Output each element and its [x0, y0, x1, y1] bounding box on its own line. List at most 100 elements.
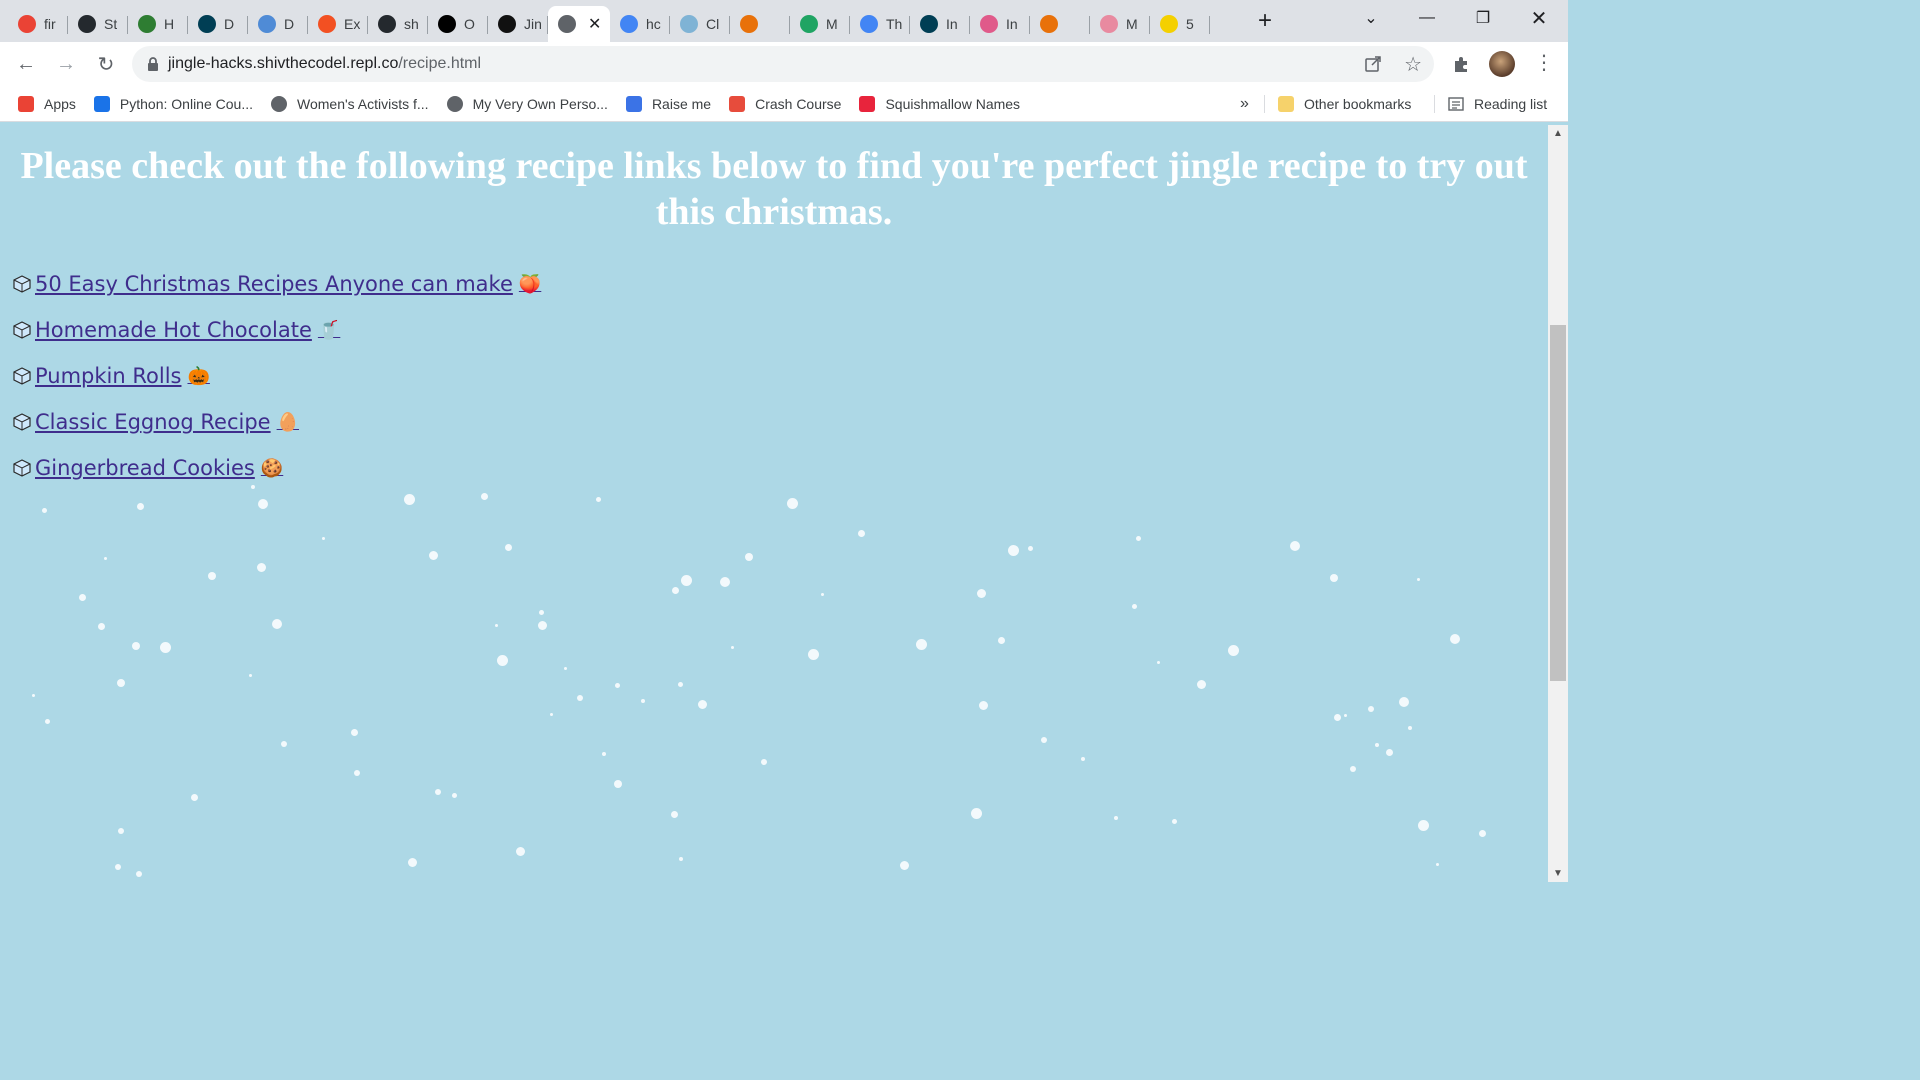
- bookmarks-overflow-button[interactable]: »: [1240, 95, 1249, 113]
- snowflake: [1386, 749, 1393, 756]
- scroll-down-arrow[interactable]: ▼: [1548, 865, 1568, 882]
- browser-tab[interactable]: 5: [1150, 7, 1210, 41]
- snowflake: [104, 557, 107, 560]
- snowflake: [351, 729, 358, 736]
- snowflake: [1290, 541, 1300, 551]
- browser-tab[interactable]: fir: [8, 7, 68, 41]
- browser-tab[interactable]: M: [1090, 7, 1150, 41]
- bird-icon: [1100, 15, 1118, 33]
- recipe-link-text: Gingerbread Cookies: [35, 456, 255, 480]
- browser-tab[interactable]: In: [910, 7, 970, 41]
- snowflake: [671, 811, 678, 818]
- page-viewport: Please check out the following recipe li…: [0, 125, 1548, 882]
- bookmark-item[interactable]: Squishmallow Names: [859, 96, 1020, 112]
- recipe-link-text: 50 Easy Christmas Recipes Anyone can mak…: [35, 272, 513, 296]
- bookmark-item[interactable]: Apps: [18, 96, 76, 112]
- profile-avatar[interactable]: [1489, 51, 1515, 77]
- snowflake: [564, 667, 567, 670]
- ice-cube-icon: [13, 459, 31, 477]
- browser-tab[interactable]: O: [428, 7, 488, 41]
- scroll-thumb[interactable]: [1550, 325, 1566, 681]
- snowflake: [435, 789, 441, 795]
- menu-kebab-icon[interactable]: ⋮: [1534, 50, 1554, 75]
- snowflake: [322, 537, 325, 540]
- bookmark-item[interactable]: Women's Activists f...: [271, 96, 429, 112]
- bookmark-list: Apps Python: Online Cou... Women's Activis…: [0, 96, 1020, 112]
- snowflake: [1479, 830, 1486, 837]
- snowflake: [539, 610, 544, 615]
- browser-tab[interactable]: In: [970, 7, 1030, 41]
- recipe-link[interactable]: 50 Easy Christmas Recipes Anyone can mak…: [35, 272, 541, 296]
- other-bookmarks-button[interactable]: Other bookmarks: [1278, 96, 1411, 112]
- snowflake: [641, 699, 645, 703]
- tab-list: fir St H D D Ex sh O Jin ✕ hc Cl M Th In In M 5: [0, 0, 1210, 42]
- reading-list-button[interactable]: Reading list: [1448, 96, 1547, 112]
- url-path: /recipe.html: [398, 55, 482, 72]
- new-tab-button[interactable]: +: [1245, 0, 1285, 42]
- browser-tab[interactable]: Cl: [670, 7, 730, 41]
- bookmark-item[interactable]: Crash Course: [729, 96, 841, 112]
- snowflake: [550, 713, 553, 716]
- recipe-link[interactable]: Classic Eggnog Recipe 🥚: [35, 410, 299, 434]
- snowflake: [137, 503, 144, 510]
- shield-icon: [740, 15, 758, 33]
- browser-tab[interactable]: Jin: [488, 7, 548, 41]
- bookmark-label: Apps: [44, 96, 76, 112]
- reading-list-label: Reading list: [1474, 96, 1548, 112]
- browser-tab[interactable]: H: [128, 7, 188, 41]
- page-scrollbar[interactable]: ▲ ▼: [1548, 125, 1568, 882]
- recipe-emoji-icon: 🍪: [260, 457, 284, 479]
- browser-tab[interactable]: [730, 7, 790, 41]
- snowflake: [761, 759, 767, 765]
- browser-tab[interactable]: Th: [850, 7, 910, 41]
- browser-tab[interactable]: ✕: [548, 6, 610, 42]
- tab-title: Th: [886, 16, 903, 32]
- browser-tab[interactable]: [1030, 7, 1090, 41]
- close-tab-icon[interactable]: ✕: [588, 14, 601, 34]
- folder-icon: [1278, 96, 1294, 112]
- bookmark-item[interactable]: Python: Online Cou...: [93, 96, 253, 112]
- snowflake: [98, 623, 105, 630]
- browser-tab[interactable]: D: [188, 7, 248, 41]
- recipe-link-text: Classic Eggnog Recipe: [35, 410, 271, 434]
- snowflake: [404, 494, 415, 505]
- browser-tab[interactable]: M: [790, 7, 850, 41]
- lock-icon: [148, 57, 158, 71]
- restore-button[interactable]: ❐: [1455, 0, 1511, 36]
- browser-tab[interactable]: St: [68, 7, 128, 41]
- bookmark-star-icon[interactable]: ☆: [1404, 52, 1422, 77]
- recipe-link[interactable]: Gingerbread Cookies 🍪: [35, 456, 283, 480]
- snowflake: [577, 695, 583, 701]
- tab-title: 5: [1186, 16, 1194, 32]
- minimize-button[interactable]: —: [1399, 0, 1455, 36]
- recipe-link[interactable]: Homemade Hot Chocolate 🥤: [35, 318, 340, 342]
- address-bar[interactable]: jingle-hacks.shivthecodel.repl.co/recipe…: [132, 46, 1434, 82]
- browser-tab[interactable]: Ex: [308, 7, 368, 41]
- globe-icon: [558, 15, 576, 33]
- reload-button[interactable]: ↻: [88, 46, 124, 82]
- back-button[interactable]: ←: [8, 46, 44, 82]
- browser-tab[interactable]: sh: [368, 7, 428, 41]
- scroll-up-arrow[interactable]: ▲: [1548, 125, 1568, 142]
- devpost-icon: [920, 15, 938, 33]
- snowflake: [208, 572, 216, 580]
- snowflake: [495, 624, 498, 627]
- close-window-button[interactable]: ✕: [1511, 0, 1567, 36]
- tab-title: Cl: [706, 16, 720, 32]
- tab-title: Jin: [524, 16, 542, 32]
- snowflake: [516, 847, 525, 856]
- tab-search-button[interactable]: ⌄: [1343, 0, 1399, 36]
- extensions-icon[interactable]: [1452, 54, 1472, 74]
- browser-tab[interactable]: D: [248, 7, 308, 41]
- recipe-emoji-icon: 🍑: [518, 273, 542, 295]
- snowflake: [1334, 714, 1341, 721]
- bookmark-label: Squishmallow Names: [885, 96, 1021, 112]
- browser-tab[interactable]: hc: [610, 7, 670, 41]
- share-icon[interactable]: [1364, 55, 1382, 73]
- forward-button[interactable]: →: [48, 46, 84, 82]
- recipe-link[interactable]: Pumpkin Rolls 🎃: [35, 364, 210, 388]
- url-text[interactable]: jingle-hacks.shivthecodel.repl.co/recipe…: [168, 55, 481, 73]
- bookmark-item[interactable]: Raise me: [625, 96, 711, 112]
- bookmark-item[interactable]: My Very Own Perso...: [446, 96, 608, 112]
- snowflake: [971, 808, 982, 819]
